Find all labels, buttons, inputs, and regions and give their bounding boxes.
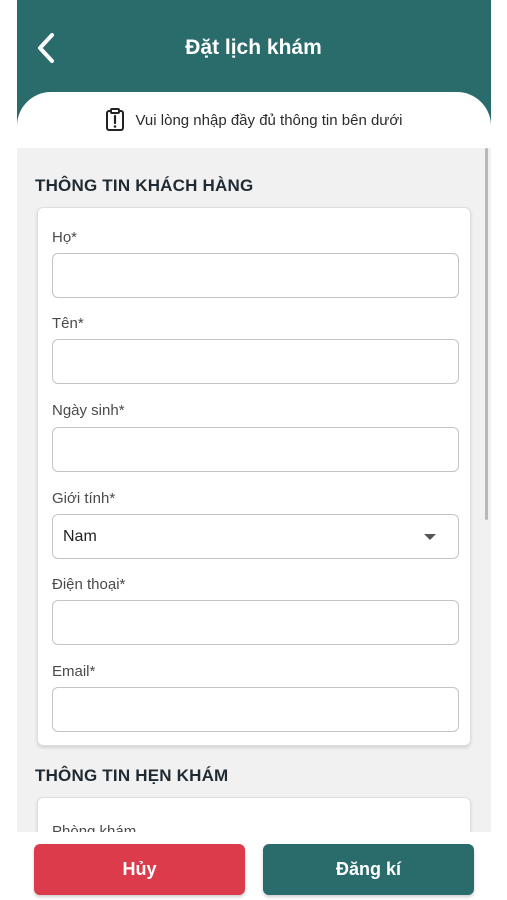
notice-banner: Vui lòng nhập đầy đủ thông tin bên dưới xyxy=(17,92,491,148)
phone-label: Điện thoại* xyxy=(52,576,126,593)
birthdate-input[interactable] xyxy=(52,427,459,472)
clinic-label: Phòng khám xyxy=(52,823,137,832)
customer-info-card: Họ* Tên* Ngày sinh* Giới tính* Nam Điện … xyxy=(37,207,471,746)
email-label: Email* xyxy=(52,663,96,680)
appointment-info-card: Phòng khám xyxy=(37,797,471,832)
dropdown-caret-icon xyxy=(424,533,436,540)
page-title: Đặt lịch khám xyxy=(185,36,322,59)
scrollbar[interactable] xyxy=(485,148,488,520)
email-input[interactable] xyxy=(52,687,459,732)
gender-select[interactable]: Nam xyxy=(52,514,459,559)
cancel-button[interactable]: Hủy xyxy=(34,844,245,895)
customer-section-title: THÔNG TIN KHÁCH HÀNG xyxy=(35,176,254,195)
action-footer: Hủy Đăng kí xyxy=(17,832,491,900)
appointment-screen: Đặt lịch khám Vui lòng nhập đầy đủ thông… xyxy=(0,0,507,900)
gender-label: Giới tính* xyxy=(52,490,116,507)
last-name-input[interactable] xyxy=(52,253,459,298)
birthdate-label: Ngày sinh* xyxy=(52,402,125,419)
first-name-input[interactable] xyxy=(52,339,459,384)
last-name-label: Họ* xyxy=(52,229,78,246)
clipboard-alert-icon xyxy=(106,108,125,131)
register-button[interactable]: Đăng kí xyxy=(263,844,474,895)
notice-text: Vui lòng nhập đầy đủ thông tin bên dưới xyxy=(135,111,403,129)
form-scroll-area[interactable]: THÔNG TIN KHÁCH HÀNG Họ* Tên* Ngày sinh*… xyxy=(17,148,491,832)
first-name-label: Tên* xyxy=(52,315,84,332)
appointment-section-title: THÔNG TIN HẸN KHÁM xyxy=(35,766,229,785)
phone-input[interactable] xyxy=(52,600,459,645)
gender-selected-value: Nam xyxy=(63,527,97,545)
